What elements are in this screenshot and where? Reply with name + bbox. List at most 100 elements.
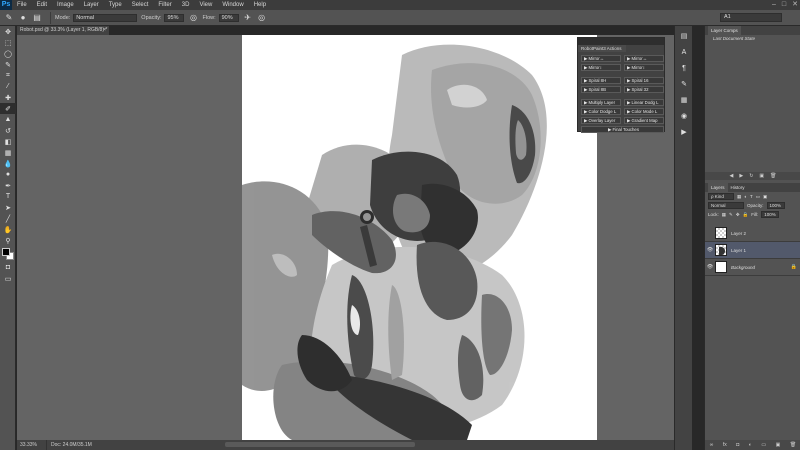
brush-size-picker-icon[interactable]: ●: [18, 13, 28, 23]
menu-3d[interactable]: 3D: [177, 0, 195, 10]
layer-fill-field[interactable]: 100%: [761, 211, 780, 218]
quick-mask-icon[interactable]: ◘: [0, 262, 16, 273]
tab-layer-comps[interactable]: Layer Comps: [708, 26, 741, 35]
layer-row-background[interactable]: 👁 Background 🔒: [705, 259, 800, 276]
action-button[interactable]: ▶ Mirror↔: [624, 55, 664, 62]
color-swatches[interactable]: [0, 246, 15, 262]
opacity-field[interactable]: 95%: [164, 13, 185, 22]
doc-size-readout[interactable]: Doc: 24.0M/35.1M: [47, 440, 92, 450]
document-tab[interactable]: Robot.psd @ 33.3% (Layer 1, RGB/8) * ×: [17, 26, 109, 35]
actions-play-icon[interactable]: ▶: [675, 126, 693, 138]
eraser-tool-icon[interactable]: ◧: [0, 136, 16, 147]
add-mask-icon[interactable]: ◘: [736, 442, 739, 448]
character-panel-icon[interactable]: A: [675, 46, 693, 58]
dodge-tool-icon[interactable]: ●: [0, 169, 16, 180]
blur-tool-icon[interactable]: 💧: [0, 158, 16, 169]
visibility-eye-icon[interactable]: 👁: [705, 264, 715, 270]
action-button[interactable]: ▶ Spiral 16: [624, 77, 664, 84]
layer-opacity-field[interactable]: 100%: [766, 202, 785, 209]
adjustment-layer-icon[interactable]: ◐: [749, 442, 752, 448]
tab-history[interactable]: History: [728, 183, 748, 192]
minimize-button[interactable]: –: [772, 0, 776, 10]
screen-mode-icon[interactable]: ▭: [0, 273, 16, 284]
marquee-tool-icon[interactable]: ⬚: [0, 37, 16, 48]
zoom-readout[interactable]: 33.33%: [17, 440, 47, 450]
action-button[interactable]: ▶ Color Mode L: [624, 108, 664, 115]
eyedropper-tool-icon[interactable]: ⁄: [0, 81, 16, 92]
airbrush-icon[interactable]: ✈: [243, 13, 253, 23]
layer-row-layer-1[interactable]: 👁 Layer 1: [705, 242, 800, 259]
canvas[interactable]: [242, 35, 597, 440]
brush-panel-toggle-icon[interactable]: ▤: [32, 13, 42, 23]
filter-adjustment-icon[interactable]: ◐: [744, 194, 747, 199]
path-select-tool-icon[interactable]: ➤: [0, 202, 16, 213]
paragraph-panel-icon[interactable]: ¶: [675, 62, 693, 74]
action-button[interactable]: ▶ Mirror↕: [581, 64, 621, 71]
lock-position-icon[interactable]: ✥: [736, 212, 740, 218]
layer-comp-item[interactable]: Last Document State: [705, 35, 800, 43]
filter-smart-icon[interactable]: ▣: [763, 194, 767, 200]
tab-layers[interactable]: Layers: [708, 183, 728, 192]
history-brush-tool-icon[interactable]: ↺: [0, 125, 16, 136]
filter-shape-icon[interactable]: ▭: [756, 194, 760, 200]
zoom-tool-icon[interactable]: ⚲: [0, 235, 16, 246]
move-tool-icon[interactable]: ✥: [0, 26, 16, 37]
new-layer-icon[interactable]: ▣: [776, 442, 781, 448]
menu-view[interactable]: View: [194, 0, 217, 10]
close-button[interactable]: ✕: [792, 0, 798, 10]
lock-transparent-icon[interactable]: ▦: [722, 212, 726, 218]
link-layers-icon[interactable]: ∞: [710, 442, 714, 448]
action-button[interactable]: ▶ Multiply Layer: [581, 99, 621, 106]
menu-select[interactable]: Select: [127, 0, 154, 10]
quick-select-tool-icon[interactable]: ✎: [0, 59, 16, 70]
action-button[interactable]: ▶ Mirror↔: [581, 55, 621, 62]
blend-mode-select[interactable]: Normal: [708, 202, 744, 209]
menu-filter[interactable]: Filter: [153, 0, 176, 10]
brush-presets-icon[interactable]: ▦: [675, 94, 693, 106]
lasso-tool-icon[interactable]: ◯: [0, 48, 16, 59]
menu-type[interactable]: Type: [104, 0, 127, 10]
type-tool-icon[interactable]: T: [0, 191, 16, 202]
action-button[interactable]: ▶ Overlay Layer: [581, 117, 621, 124]
visibility-eye-icon[interactable]: 👁: [705, 247, 715, 253]
hand-tool-icon[interactable]: ✋: [0, 224, 16, 235]
action-button[interactable]: ▶ Spiral 8B: [581, 86, 621, 93]
menu-file[interactable]: File: [12, 0, 32, 10]
pressure-opacity-icon[interactable]: ◎: [188, 13, 198, 23]
pen-tool-icon[interactable]: ✒: [0, 180, 16, 191]
layer-row-layer-2[interactable]: Layer 2: [705, 225, 800, 242]
menu-image[interactable]: Image: [52, 0, 79, 10]
update-comp-icon[interactable]: ↻: [749, 172, 753, 180]
history-panel-icon[interactable]: ▤: [675, 30, 693, 42]
filter-pixel-icon[interactable]: ▦: [737, 194, 741, 200]
action-button[interactable]: ▶ Gradient Map: [624, 117, 664, 124]
brush-tool-preset-icon[interactable]: ✎: [4, 13, 14, 23]
filter-type-icon[interactable]: T: [750, 194, 753, 199]
flow-field[interactable]: 90%: [218, 13, 239, 22]
lock-all-icon[interactable]: 🔒: [743, 212, 749, 218]
apply-next-icon[interactable]: ▶: [739, 172, 743, 180]
action-button[interactable]: ▶ Linear Dodg L: [624, 99, 664, 106]
menu-help[interactable]: Help: [249, 0, 271, 10]
document-close-icon[interactable]: ×: [103, 26, 106, 35]
delete-layer-icon[interactable]: 🗑: [790, 442, 796, 448]
clone-stamp-tool-icon[interactable]: ▲: [0, 114, 16, 125]
horizontal-scrollbar[interactable]: [225, 442, 415, 447]
menu-layer[interactable]: Layer: [79, 0, 104, 10]
mode-select[interactable]: Normal: [73, 13, 138, 22]
healing-tool-icon[interactable]: ✚: [0, 92, 16, 103]
action-button[interactable]: ▶ Spiral 32: [624, 86, 664, 93]
gradient-tool-icon[interactable]: ▦: [0, 147, 16, 158]
shape-tool-icon[interactable]: ╱: [0, 213, 16, 224]
brush-tool-icon[interactable]: ✐: [0, 103, 16, 114]
brush-panel-icon[interactable]: ✎: [675, 78, 693, 90]
layer-kind-filter[interactable]: ρ Kind: [708, 193, 734, 200]
crop-tool-icon[interactable]: ⌗: [0, 70, 16, 81]
apply-previous-icon[interactable]: ◀: [729, 172, 733, 180]
delete-comp-icon[interactable]: 🗑: [770, 172, 776, 180]
workspace-select[interactable]: A1: [720, 13, 782, 22]
final-touches-button[interactable]: ▶ Final Touches: [581, 126, 664, 133]
clone-source-icon[interactable]: ◉: [675, 110, 693, 122]
menu-edit[interactable]: Edit: [32, 0, 52, 10]
menu-window[interactable]: Window: [217, 0, 248, 10]
